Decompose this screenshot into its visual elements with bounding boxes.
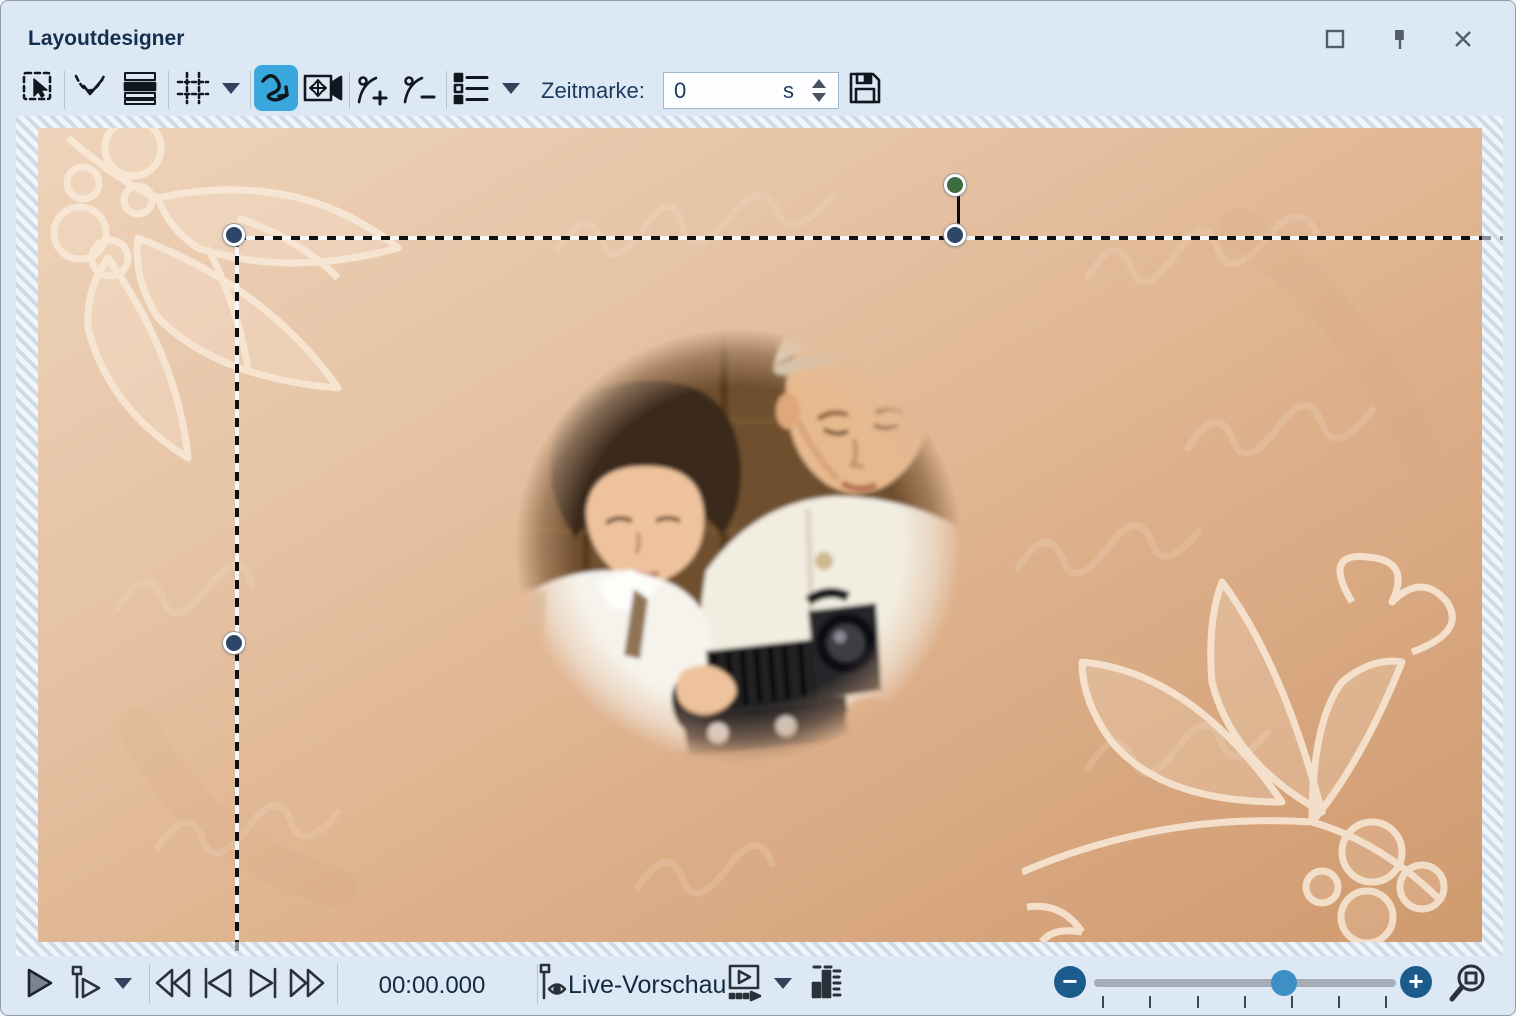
- zoom-fit-icon: [1446, 962, 1488, 1004]
- grid-dropdown-button[interactable]: [213, 65, 249, 111]
- close-button[interactable]: [1443, 21, 1483, 57]
- toolbar: Zeitmarke: s: [1, 63, 1515, 117]
- maximize-button[interactable]: [1315, 21, 1355, 57]
- layout-canvas[interactable]: [38, 128, 1482, 942]
- pin-button[interactable]: [1380, 21, 1420, 57]
- top-left-handle[interactable]: [223, 224, 245, 246]
- timeline-stats-button[interactable]: [803, 960, 847, 1006]
- pin-icon: [1389, 27, 1411, 51]
- skip-forward-button[interactable]: [285, 960, 329, 1006]
- skip-forward-icon: [286, 965, 328, 1001]
- live-preview-toggle[interactable]: [527, 960, 571, 1006]
- ornament-top-left: [38, 128, 468, 468]
- curve-tool-icon: [257, 69, 295, 107]
- prev-frame-button[interactable]: [196, 960, 240, 1006]
- keyframe-list-button[interactable]: [449, 65, 493, 111]
- play-from-marker-icon: [65, 963, 105, 1003]
- chevron-down-icon: [774, 978, 792, 989]
- zoom-in-button[interactable]: +: [1400, 966, 1432, 998]
- photo-illustration: [456, 271, 1021, 821]
- playback-bar: 00:00.000 Live-Vorschau: [1, 954, 1515, 1015]
- select-tool-button[interactable]: [17, 65, 61, 111]
- next-frame-button[interactable]: [241, 960, 285, 1006]
- chevron-down-icon: [502, 83, 520, 94]
- rotate-handle[interactable]: [944, 174, 966, 196]
- select-tool-icon: [21, 70, 57, 106]
- zeitmarke-label: Zeitmarke:: [541, 78, 645, 104]
- zeitmarke-field: s: [663, 72, 839, 109]
- add-point-icon: [354, 70, 394, 106]
- spinner-up-icon[interactable]: [812, 79, 826, 88]
- add-point-button[interactable]: [352, 65, 396, 111]
- layers-button[interactable]: [118, 65, 162, 111]
- live-preview-icon: [529, 962, 569, 1004]
- selection-top-edge-ext: [1482, 236, 1503, 240]
- chevron-down-icon: [222, 83, 240, 94]
- middle-left-handle[interactable]: [223, 632, 245, 654]
- zeitmarke-unit: s: [783, 78, 794, 104]
- grid-icon: [174, 70, 212, 106]
- preview-options-dropdown[interactable]: [765, 960, 801, 1006]
- layers-icon: [121, 70, 159, 106]
- camera-pan-icon: [302, 70, 344, 106]
- zoom-out-button[interactable]: −: [1054, 966, 1086, 998]
- canvas-stage[interactable]: [16, 116, 1503, 956]
- ornament-bottom-right: [1022, 542, 1482, 942]
- zoom-fit-button[interactable]: [1445, 960, 1489, 1006]
- remove-point-button[interactable]: [398, 65, 442, 111]
- preview-window-icon: [722, 962, 764, 1004]
- curve-select-button[interactable]: [69, 65, 113, 111]
- play-options-dropdown[interactable]: [105, 960, 141, 1006]
- curve-select-icon: [72, 71, 110, 105]
- zeitmarke-input[interactable]: [664, 78, 764, 104]
- next-frame-icon: [244, 965, 282, 1001]
- window-title: Layoutdesigner: [28, 27, 184, 51]
- skip-back-icon: [152, 965, 194, 1001]
- top-center-handle[interactable]: [944, 224, 966, 246]
- timeline-stats-icon: [806, 963, 844, 1003]
- grid-button[interactable]: [171, 65, 215, 111]
- remove-point-icon: [400, 70, 440, 106]
- spinner-down-icon[interactable]: [812, 93, 826, 102]
- zoom-slider[interactable]: [1094, 979, 1396, 987]
- live-preview-label[interactable]: Live-Vorschau: [568, 971, 726, 1000]
- skip-back-button[interactable]: [151, 960, 195, 1006]
- play-from-marker-button[interactable]: [63, 960, 107, 1006]
- titlebar: Layoutdesigner: [1, 1, 1515, 63]
- save-button[interactable]: [843, 65, 887, 111]
- time-display: 00:00.000: [367, 972, 497, 1000]
- play-icon: [21, 965, 57, 1001]
- play-button[interactable]: [17, 960, 61, 1006]
- keyframe-list-dropdown-button[interactable]: [493, 65, 529, 111]
- close-icon: [1452, 28, 1474, 50]
- keyframe-list-icon: [451, 70, 491, 106]
- chevron-down-icon: [114, 978, 132, 989]
- curve-tool-button[interactable]: [254, 65, 298, 111]
- maximize-icon: [1324, 28, 1346, 50]
- prev-frame-icon: [199, 965, 237, 1001]
- zoom-slider-thumb[interactable]: [1271, 970, 1297, 996]
- save-icon: [846, 69, 884, 107]
- preview-window-button[interactable]: [721, 960, 765, 1006]
- camera-pan-button[interactable]: [301, 65, 345, 111]
- photo-father-son[interactable]: [456, 271, 1021, 821]
- selection-left-edge[interactable]: [235, 238, 239, 942]
- zeitmarke-spinner[interactable]: [804, 73, 834, 108]
- selection-top-edge[interactable]: [237, 236, 1482, 240]
- layoutdesigner-window: Layoutdesigner: [0, 0, 1516, 1016]
